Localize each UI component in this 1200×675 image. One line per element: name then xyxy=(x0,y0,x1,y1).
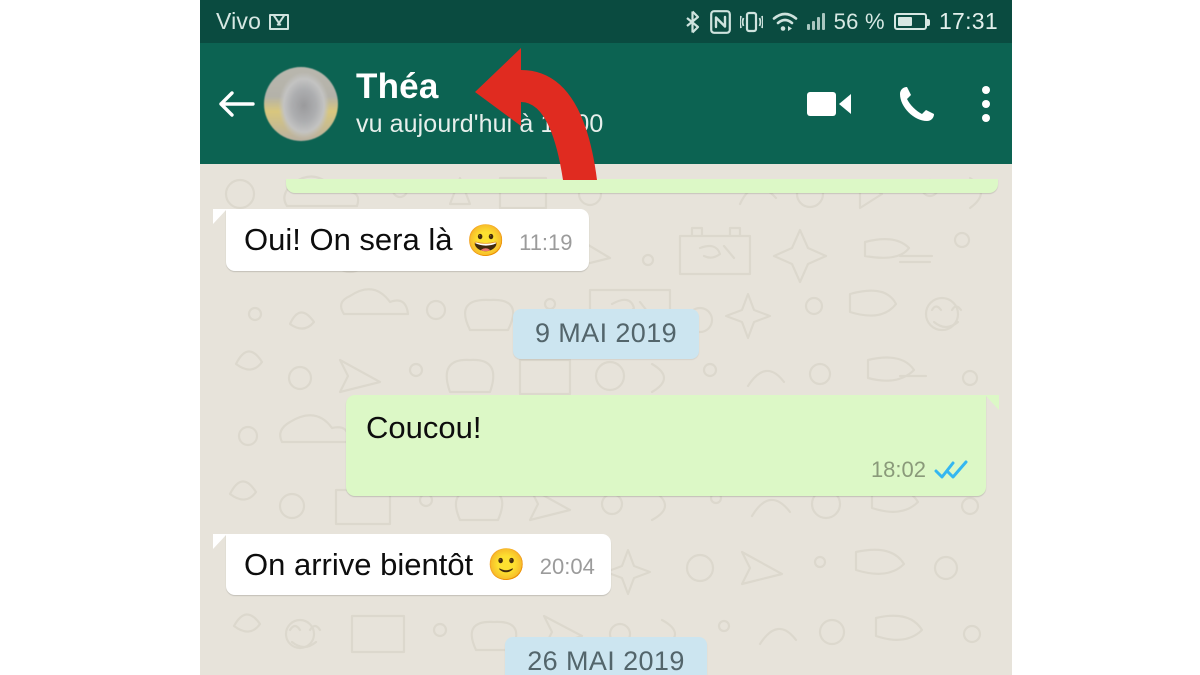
bluetooth-icon xyxy=(685,10,699,33)
phone-screen: Vivo 56 % 17:31 Théa vu aujourd'hui à 17… xyxy=(200,0,1012,675)
message-time: 20:04 xyxy=(539,554,595,580)
voice-call-button[interactable] xyxy=(898,85,936,123)
message-text: Oui! On sera là xyxy=(244,222,453,257)
message-row: Coucou! 18:02 xyxy=(212,394,1000,496)
date-divider: 26 MAI 2019 xyxy=(505,637,707,675)
date-divider-row: 9 MAI 2019 xyxy=(212,308,1000,359)
clock-label: 17:31 xyxy=(938,8,998,34)
header-actions xyxy=(806,85,996,123)
vibrate-icon xyxy=(739,11,763,32)
video-call-button[interactable] xyxy=(806,88,852,120)
date-divider: 9 MAI 2019 xyxy=(512,308,700,359)
avatar[interactable] xyxy=(264,66,338,141)
read-receipt-icon xyxy=(934,458,968,482)
chat-body[interactable]: Oui! On sera là 😀 11:19 9 MAI 2019 Couco… xyxy=(200,164,1012,675)
gmail-icon xyxy=(269,13,290,30)
date-divider-row: 26 MAI 2019 xyxy=(212,637,1000,675)
carrier-label: Vivo xyxy=(216,8,262,34)
back-button[interactable] xyxy=(210,88,262,120)
message-meta: 18:02 xyxy=(366,457,968,486)
message-list: Oui! On sera là 😀 11:19 9 MAI 2019 Couco… xyxy=(200,179,1012,675)
back-arrow-icon xyxy=(219,90,255,117)
phone-call-icon xyxy=(900,86,934,121)
battery-icon xyxy=(893,13,930,30)
overflow-menu-button[interactable] xyxy=(982,85,990,122)
message-text: Coucou! xyxy=(366,409,482,445)
contact-presence: vu aujourd'hui à 17:00 xyxy=(356,110,604,139)
status-bar-right: 56 % 17:31 xyxy=(684,8,998,35)
message-time: 18:02 xyxy=(870,456,926,482)
status-bar: Vivo 56 % 17:31 xyxy=(200,0,1012,43)
video-call-icon xyxy=(807,91,851,116)
message-meta: 20:04 xyxy=(540,554,595,583)
overflow-menu-icon xyxy=(982,85,990,94)
message-meta: 11:19 xyxy=(519,230,572,259)
outgoing-message-bubble[interactable]: Coucou! 18:02 xyxy=(346,394,999,496)
contact-info[interactable]: Théa vu aujourd'hui à 17:00 xyxy=(356,68,603,139)
incoming-message-bubble[interactable]: On arrive bientôt 🙂 20:04 xyxy=(213,533,611,596)
signal-icon xyxy=(806,13,825,30)
partial-message-bubble xyxy=(200,179,1012,193)
screenshot-root: Vivo 56 % 17:31 Théa vu aujourd'hui à 17… xyxy=(0,0,1200,675)
grinning-face-emoji: 😀 xyxy=(466,222,506,258)
message-row: On arrive bientôt 🙂 20:04 xyxy=(212,533,1000,596)
incoming-message-bubble[interactable]: Oui! On sera là 😀 11:19 xyxy=(213,209,589,271)
message-text: On arrive bientôt xyxy=(244,546,474,582)
chat-header: Théa vu aujourd'hui à 17:00 xyxy=(200,43,1012,164)
message-time: 11:19 xyxy=(519,229,573,255)
slightly-smiling-face-emoji: 🙂 xyxy=(487,547,526,583)
nfc-icon xyxy=(709,9,731,34)
contact-name: Théa xyxy=(356,67,439,107)
status-bar-left: Vivo xyxy=(216,8,290,35)
battery-percent-label: 56 % xyxy=(833,8,885,34)
wifi-icon xyxy=(772,12,797,31)
